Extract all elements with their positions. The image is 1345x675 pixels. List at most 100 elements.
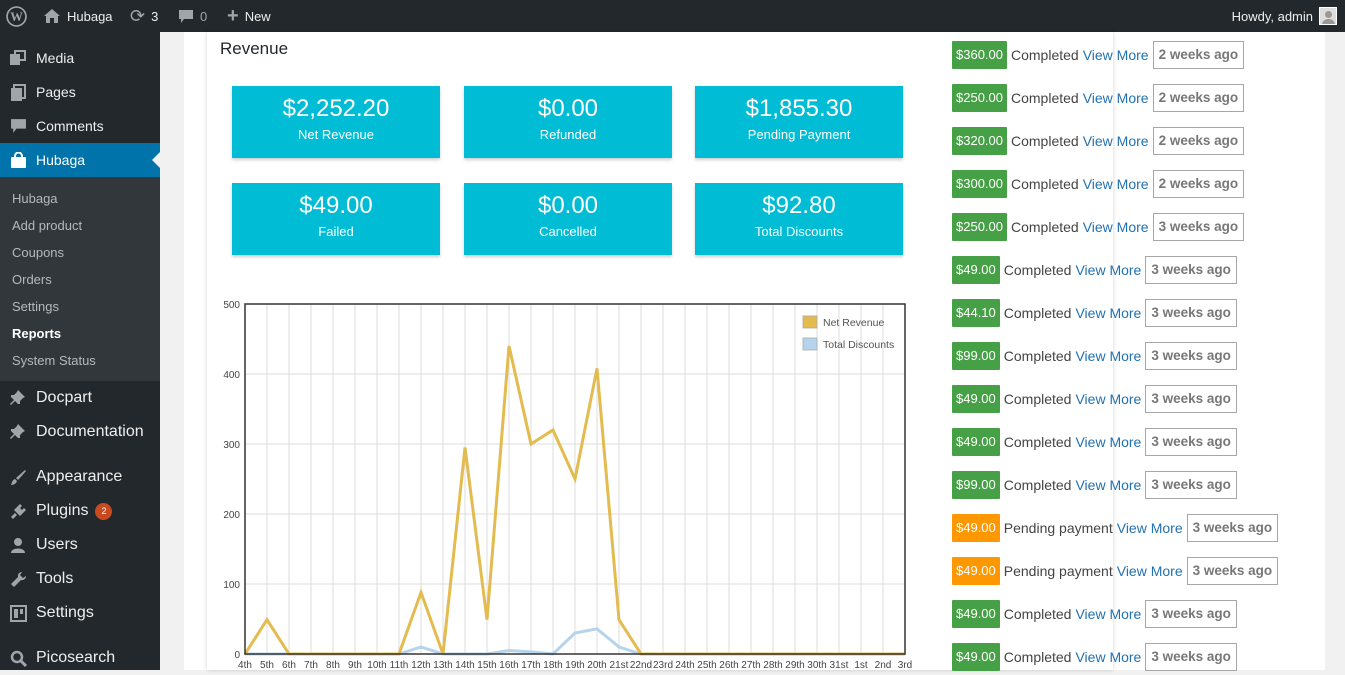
settings-icon: [0, 604, 36, 622]
view-more-link[interactable]: View More: [1117, 520, 1183, 536]
my-account-link[interactable]: Howdy, admin: [1232, 0, 1337, 32]
updates-link[interactable]: ⟳ 3: [130, 0, 158, 32]
x-tick-label: 9th: [348, 660, 362, 670]
order-amount-badge: $360.00: [952, 41, 1007, 69]
x-tick-label: 11th: [390, 660, 409, 670]
menu-label: Plugins: [36, 502, 89, 519]
menu-label: Docpart: [36, 389, 93, 406]
menu-item-users[interactable]: Users: [0, 528, 160, 562]
order-amount-badge: $49.00: [952, 643, 1000, 671]
wordpress-logo-button[interactable]: W: [6, 0, 27, 32]
x-tick-label: 22nd: [630, 660, 652, 670]
view-more-link[interactable]: View More: [1075, 305, 1141, 321]
order-status: Completed: [1011, 176, 1079, 192]
order-status: Completed: [1011, 133, 1079, 149]
x-tick-label: 23rd: [653, 660, 673, 670]
users-icon: [0, 537, 36, 554]
view-more-link[interactable]: View More: [1117, 563, 1183, 579]
order-status: Pending payment: [1003, 520, 1113, 536]
x-tick-label: 18th: [543, 660, 562, 670]
site-name-link[interactable]: Hubaga: [43, 0, 113, 32]
x-tick-label: 31st: [830, 660, 849, 670]
x-tick-label: 21st: [610, 660, 629, 670]
stat-label: Failed: [318, 224, 354, 239]
order-amount-badge: $49.00: [952, 600, 1000, 628]
order-time-ago: 3 weeks ago: [1145, 256, 1237, 284]
menu-label: Picosearch: [36, 649, 116, 666]
menu-item-tools[interactable]: Tools: [0, 562, 160, 596]
view-more-link[interactable]: View More: [1083, 219, 1149, 235]
stat-card-total-discounts: $92.80 Total Discounts: [695, 183, 903, 255]
order-status: Completed: [1011, 47, 1079, 63]
order-row: $320.00 Completed View More 2 weeks ago: [952, 127, 1245, 155]
plugins-update-badge: 2: [95, 502, 113, 520]
view-more-link[interactable]: View More: [1083, 133, 1149, 149]
order-time-ago: 3 weeks ago: [1145, 600, 1237, 628]
pin-icon: [0, 390, 36, 406]
view-more-link[interactable]: View More: [1075, 348, 1141, 364]
order-row: $300.00 Completed View More 2 weeks ago: [952, 170, 1245, 198]
comments-link[interactable]: 0: [178, 0, 207, 32]
order-row: $49.00 Completed View More 3 weeks ago: [952, 385, 1237, 413]
y-tick-label: 100: [223, 580, 240, 591]
menu-item-documentation[interactable]: Documentation: [0, 415, 160, 449]
view-more-link[interactable]: View More: [1075, 649, 1141, 665]
menu-item-settings[interactable]: Settings: [0, 596, 160, 630]
view-more-link[interactable]: View More: [1083, 47, 1149, 63]
stat-card-pending-payment: $1,855.30 Pending Payment: [695, 86, 903, 158]
stat-label: Cancelled: [539, 224, 597, 239]
submenu-hubaga[interactable]: Hubaga: [12, 191, 58, 206]
x-tick-label: 15th: [477, 660, 496, 670]
x-tick-label: 10th: [367, 660, 386, 670]
menu-label: Pages: [36, 84, 76, 100]
plus-icon: +: [227, 5, 239, 27]
menu-item-media[interactable]: Media: [0, 41, 160, 75]
order-status: Completed: [1003, 649, 1072, 665]
view-more-link[interactable]: View More: [1075, 434, 1141, 450]
stat-value: $0.00: [537, 95, 599, 122]
order-amount-badge: $49.00: [952, 256, 1000, 284]
submenu-orders[interactable]: Orders: [12, 272, 52, 287]
x-tick-label: 3rd: [898, 660, 912, 670]
view-more-link[interactable]: View More: [1075, 262, 1141, 278]
view-more-link[interactable]: View More: [1075, 391, 1141, 407]
new-content-link[interactable]: + New: [227, 0, 271, 32]
revenue-line-chart: 01002003004005004th 5th 6th 7th 8th 9th 10th 11…: [223, 300, 912, 670]
x-tick-label: 13th: [433, 660, 452, 670]
submenu-add-product[interactable]: Add product: [12, 218, 82, 233]
view-more-link[interactable]: View More: [1075, 606, 1141, 622]
plugin-icon: [0, 503, 36, 520]
order-time-ago: 3 weeks ago: [1186, 514, 1279, 542]
order-time-ago: 2 weeks ago: [1152, 84, 1245, 112]
view-more-link[interactable]: View More: [1083, 176, 1149, 192]
howdy-text: Howdy, admin: [1231, 8, 1313, 24]
order-status: Completed: [1003, 606, 1072, 622]
x-tick-label: 14th: [455, 660, 474, 670]
menu-label: Settings: [36, 604, 94, 621]
order-time-ago: 3 weeks ago: [1145, 342, 1237, 370]
stat-card-failed: $49.00 Failed: [232, 183, 440, 255]
menu-item-plugins[interactable]: Plugins 2: [0, 494, 160, 528]
stat-value: $2,252.20: [282, 95, 390, 122]
menu-item-appearance[interactable]: Appearance: [0, 460, 160, 494]
menu-item-comments[interactable]: Comments: [0, 109, 160, 143]
submenu-system-status[interactable]: System Status: [12, 353, 96, 368]
stat-value: $92.80: [762, 192, 836, 219]
submenu-settings[interactable]: Settings: [12, 299, 59, 314]
view-more-link[interactable]: View More: [1083, 90, 1149, 106]
submenu-coupons[interactable]: Coupons: [12, 245, 64, 260]
menu-item-docpart[interactable]: Docpart: [0, 381, 160, 415]
order-amount-badge: $250.00: [952, 84, 1007, 112]
order-amount-badge: $49.00: [952, 428, 1000, 456]
menu-label: Appearance: [36, 468, 123, 485]
view-more-link[interactable]: View More: [1075, 477, 1141, 493]
menu-item-pages[interactable]: Pages: [0, 75, 160, 109]
x-tick-label: 25th: [697, 660, 716, 670]
wrench-icon: [0, 571, 36, 588]
order-status: Completed: [1011, 219, 1079, 235]
legend-label: Net Revenue: [823, 317, 884, 329]
report-title: Revenue: [220, 39, 289, 58]
submenu-reports[interactable]: Reports: [12, 326, 61, 341]
order-amount-badge: $44.10: [952, 299, 1000, 327]
menu-item-hubaga[interactable]: Hubaga: [0, 143, 160, 177]
